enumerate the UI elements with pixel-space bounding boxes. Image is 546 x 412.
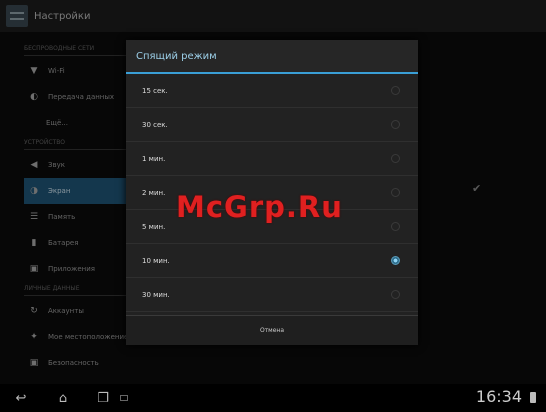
- back-icon[interactable]: ↩: [10, 389, 32, 407]
- radio-icon[interactable]: [391, 222, 400, 231]
- system-nav-bar: ↩ ⌂ ❐ 16:34: [0, 384, 546, 412]
- notification-icon[interactable]: [120, 395, 128, 401]
- option-label: 10 мин.: [142, 256, 170, 265]
- option-label: 30 сек.: [142, 120, 168, 129]
- status-clock: 16:34: [475, 387, 522, 406]
- option-label: 1 мин.: [142, 154, 166, 163]
- option-1-min[interactable]: 1 мин.: [126, 142, 418, 176]
- option-label: 5 мин.: [142, 222, 166, 231]
- option-label: 15 сек.: [142, 86, 168, 95]
- radio-icon[interactable]: [391, 290, 400, 299]
- option-30-min[interactable]: 30 мин.: [126, 278, 418, 312]
- option-15-sec[interactable]: 15 сек.: [126, 74, 418, 108]
- option-10-min[interactable]: 10 мин.: [126, 244, 418, 278]
- radio-icon[interactable]: [391, 86, 400, 95]
- radio-icon[interactable]: [391, 120, 400, 129]
- home-icon[interactable]: ⌂: [52, 389, 74, 407]
- watermark-text: McGrp.Ru: [176, 190, 343, 224]
- option-label: 2 мин.: [142, 188, 166, 197]
- radio-selected-icon[interactable]: [391, 256, 400, 265]
- option-label: 30 мин.: [142, 290, 170, 299]
- battery-status-icon: [530, 392, 536, 403]
- option-30-sec[interactable]: 30 сек.: [126, 108, 418, 142]
- radio-icon[interactable]: [391, 188, 400, 197]
- radio-icon[interactable]: [391, 154, 400, 163]
- dialog-title: Спящий режим: [126, 40, 418, 74]
- cancel-button[interactable]: Отмена: [126, 315, 418, 345]
- recent-apps-icon[interactable]: ❐: [92, 389, 114, 407]
